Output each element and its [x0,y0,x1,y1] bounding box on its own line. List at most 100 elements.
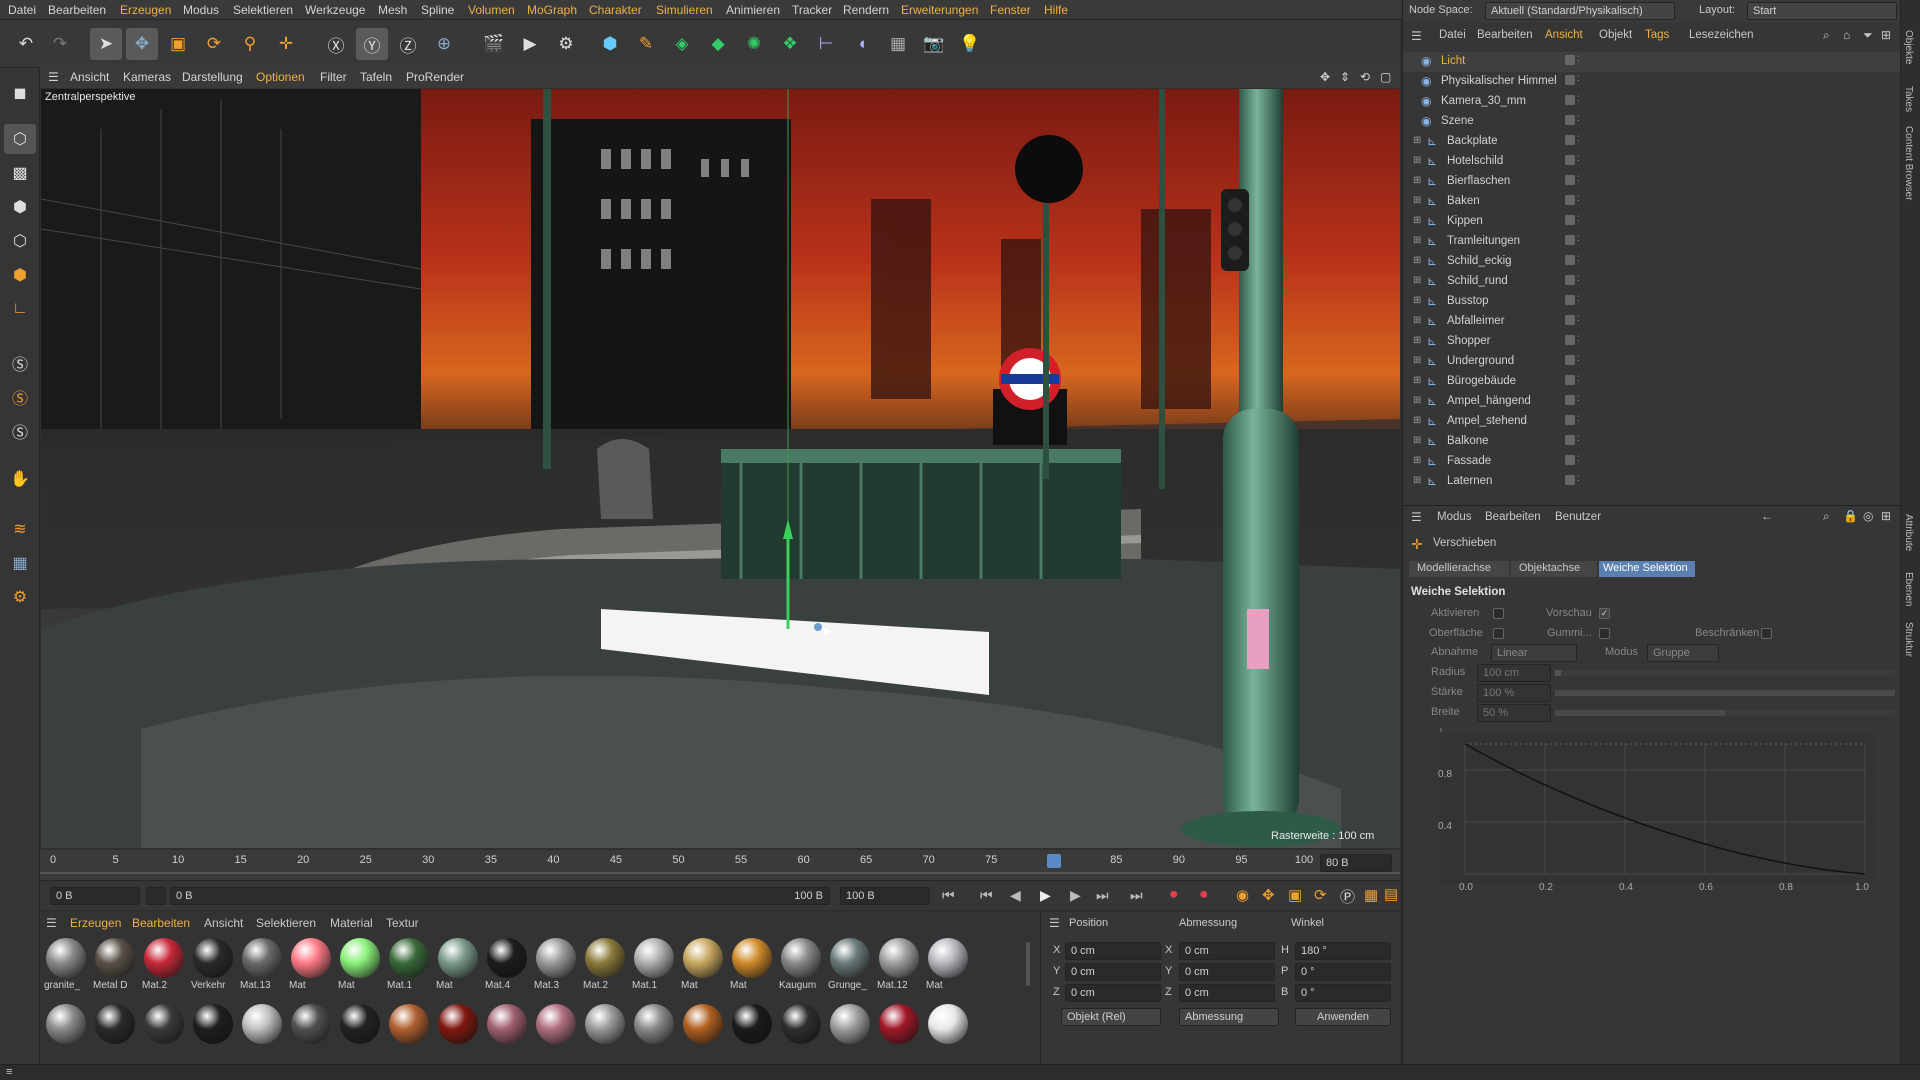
expand-icon[interactable]: ⊞ [1413,435,1421,446]
coord-rot-h-field[interactable]: 180 ° [1295,942,1391,960]
material-swatch[interactable]: Mat [926,938,970,996]
solo-icon[interactable]: ⚙ [4,582,36,612]
menu-fenster[interactable]: Fenster [990,3,1031,17]
attr-menu-icon[interactable]: ☰ [1411,510,1422,524]
expand-icon[interactable]: ⊞ [1413,335,1421,346]
timeline-playhead[interactable] [1046,854,1061,868]
mat-menu-erzeugen[interactable]: Erzeugen [70,916,121,930]
side-tab-ebenen[interactable]: Ebenen [1903,572,1914,606]
object-row[interactable]: ⊞ ⊾ Fassade: [1403,452,1901,472]
material-swatch[interactable]: Mat.13 [240,938,284,996]
material-swatch[interactable]: Verkehr [191,938,235,996]
gummi-checkbox[interactable] [1599,626,1610,640]
grid-icon[interactable]: ≋ [4,514,36,544]
material-swatch[interactable]: Mat [730,938,774,996]
viewport-menu-kameras[interactable]: Kameras [123,70,171,84]
attr-lock-icon[interactable]: 🔒 [1843,509,1858,523]
layer-toggle-icon[interactable] [1565,215,1575,225]
obj-menu-ansicht[interactable]: Ansicht [1545,29,1583,41]
obj-menu-lesezeichen[interactable]: Lesezeichen [1689,29,1754,41]
menu-mograph[interactable]: MoGraph [527,3,577,17]
array-icon[interactable]: ❖ [774,28,806,60]
material-swatch[interactable]: Mat.1 [632,938,676,996]
end-frame-field[interactable]: 100 B [840,887,930,905]
obj-menu-objekt[interactable]: Objekt [1599,29,1632,41]
visibility-dots-icon[interactable]: : [1577,433,1580,444]
cube-icon[interactable]: ⬢ [594,28,626,60]
menu-modus[interactable]: Modus [183,3,219,17]
mat-menu-textur[interactable]: Textur [386,916,419,930]
material-swatch[interactable] [142,1004,186,1062]
modus-dropdown[interactable]: Gruppe [1647,644,1719,662]
viewport-menu-prorender[interactable]: ProRender [406,70,464,84]
axis-mode-icon[interactable]: ∟ [4,294,36,324]
visibility-dots-icon[interactable]: : [1577,273,1580,284]
object-row[interactable]: ⊞ ⊾ Tramleitungen: [1403,232,1901,252]
material-swatch[interactable]: Mat.1 [387,938,431,996]
coords-menu-icon[interactable]: ☰ [1049,916,1060,930]
viewport-rotate-icon[interactable]: ⟲ [1360,70,1370,84]
viewport-menu-icon[interactable]: ☰ [48,70,59,84]
viewport-zoom-icon[interactable]: ⇕ [1340,70,1350,84]
layout-dropdown[interactable]: Start [1747,2,1897,20]
workplane-icon[interactable]: ✋ [4,464,36,494]
menu-simulieren[interactable]: Simulieren [656,3,713,17]
layer-toggle-icon[interactable] [1565,115,1575,125]
menu-mesh[interactable]: Mesh [378,3,407,17]
extrude-icon[interactable]: ◆ [702,28,734,60]
side-tab-attribute[interactable]: Attribute [1903,514,1914,551]
subdivision-icon[interactable]: ◈ [666,28,698,60]
object-row[interactable]: ⊞ ⊾ Kippen: [1403,212,1901,232]
layer-toggle-icon[interactable] [1565,175,1575,185]
material-swatch[interactable]: Mat [436,938,480,996]
goto-end-icon[interactable]: ⏭ [1130,887,1143,904]
expand-icon[interactable]: ⊞ [1413,295,1421,306]
select-tool-icon[interactable]: ➤ [90,28,122,60]
visibility-dots-icon[interactable]: : [1577,373,1580,384]
obj-filter-icon[interactable]: ⏷ [1863,28,1873,43]
expand-icon[interactable]: ⊞ [1413,375,1421,386]
visibility-dots-icon[interactable]: : [1577,93,1580,104]
attr-menu-modus[interactable]: Modus [1437,511,1472,523]
world-coords-icon[interactable]: ⊕ [428,28,460,60]
menu-charakter[interactable]: Charakter [589,3,642,17]
tab-weiche-selektion[interactable]: Weiche Selektion [1599,561,1695,577]
layer-toggle-icon[interactable] [1565,395,1575,405]
layer-toggle-icon[interactable] [1565,355,1575,365]
object-row[interactable]: ◉ Kamera_30_mm: [1403,92,1901,112]
prev-key-icon[interactable]: ⏮ [980,887,993,904]
object-row[interactable]: ⊞ ⊾ Schild_eckig: [1403,252,1901,272]
layer-toggle-icon[interactable] [1565,195,1575,205]
material-swatch[interactable]: Mat [289,938,333,996]
radius-slider[interactable] [1555,670,1895,676]
move-tool-icon[interactable]: ✥ [126,28,158,60]
pen-icon[interactable]: ✎ [630,28,662,60]
viewport-pan-icon[interactable]: ✥ [1320,70,1330,84]
material-swatch[interactable]: Mat.4 [485,938,529,996]
material-swatch[interactable]: Kaugum [779,938,823,996]
object-row[interactable]: ◉ Physikalischer Himmel: [1403,72,1901,92]
expand-icon[interactable]: ⊞ [1413,255,1421,266]
aktivieren-checkbox[interactable] [1493,606,1504,620]
locked-workplane-icon[interactable]: ▦ [4,548,36,578]
menu-hilfe[interactable]: Hilfe [1044,3,1068,17]
layer-toggle-icon[interactable] [1565,75,1575,85]
object-row[interactable]: ⊞ ⊾ Underground: [1403,352,1901,372]
visibility-dots-icon[interactable]: : [1577,413,1580,424]
floor-icon[interactable]: ▦ [882,28,914,60]
layer-toggle-icon[interactable] [1565,315,1575,325]
obj-menu-tags[interactable]: Tags [1645,29,1669,41]
next-key-icon[interactable]: ⏭ [1096,887,1109,904]
visibility-dots-icon[interactable]: : [1577,53,1580,64]
prev-frame-icon[interactable]: ◀ [1010,887,1021,904]
key-position-icon[interactable]: ✥ [1262,886,1275,904]
material-swatch[interactable]: granite_ [44,938,88,996]
obj-menu-bearbeiten[interactable]: Bearbeiten [1477,29,1533,41]
undo-icon[interactable]: ↶ [10,28,42,60]
object-row[interactable]: ⊞ ⊾ Abfalleimer: [1403,312,1901,332]
attr-menu-benutzer[interactable]: Benutzer [1555,511,1601,523]
obj-menu-datei[interactable]: Datei [1439,29,1466,41]
breite-field[interactable]: 50 % [1477,704,1551,722]
visibility-dots-icon[interactable]: : [1577,473,1580,484]
side-tab-struktur[interactable]: Struktur [1903,622,1914,657]
